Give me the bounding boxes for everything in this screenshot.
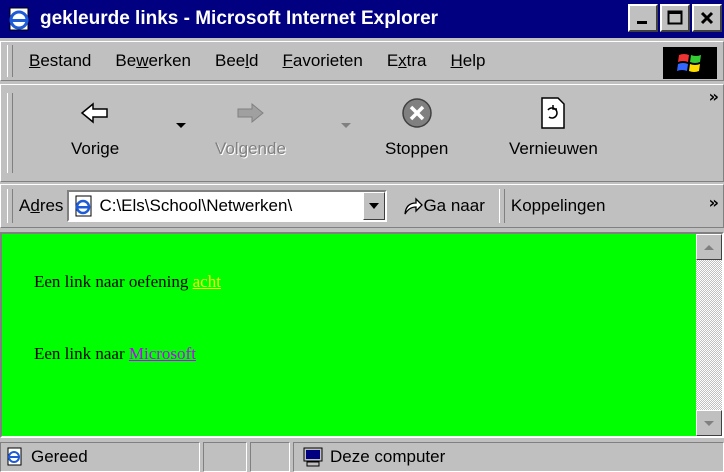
menu-help[interactable]: Help <box>439 41 498 81</box>
links-more-chevron[interactable]: » <box>709 193 719 212</box>
zone-text: Deze computer <box>330 447 446 466</box>
ie-page-icon <box>6 5 34 33</box>
line-oefening-text: Een link naar oefening <box>34 272 193 291</box>
menu-bar: Bestand Bewerken Beeld Favorieten Extra … <box>0 41 724 81</box>
address-grip[interactable] <box>7 189 13 223</box>
refresh-label: Vernieuwen <box>509 139 598 158</box>
links-separator[interactable] <box>498 189 505 223</box>
link-acht[interactable]: acht <box>193 272 221 291</box>
forward-button[interactable]: Volgende <box>215 93 286 179</box>
minimize-button[interactable] <box>628 4 658 32</box>
stop-button[interactable]: Stoppen <box>385 93 448 179</box>
menu-bestand[interactable]: Bestand <box>17 41 103 81</box>
back-arrow-icon <box>80 93 110 133</box>
close-button[interactable] <box>692 4 722 32</box>
go-arrow-icon <box>404 197 424 215</box>
menu-bewerken[interactable]: Bewerken <box>103 41 203 81</box>
status-text: Gereed <box>31 447 88 466</box>
maximize-button[interactable] <box>660 4 690 32</box>
vertical-scrollbar[interactable] <box>696 234 722 436</box>
line-microsoft-text: Een link naar <box>34 344 129 363</box>
address-dropdown-button[interactable] <box>363 192 386 220</box>
address-input[interactable] <box>99 196 358 216</box>
toolbar-more-chevron[interactable]: » <box>709 87 719 106</box>
standard-toolbar: Vorige Volgende Stoppen Vernieuwen » <box>0 84 724 182</box>
browser-viewport: Een link naar oefening acht Een link naa… <box>0 232 724 438</box>
forward-arrow-icon <box>235 93 265 133</box>
refresh-button[interactable]: Vernieuwen <box>509 93 598 179</box>
status-pane-zone: Deze computer <box>293 442 724 472</box>
back-label: Vorige <box>71 139 120 158</box>
stop-icon <box>400 93 434 133</box>
line-microsoft: Een link naar Microsoft <box>34 344 196 364</box>
status-bar: Gereed Deze computer <box>0 442 724 472</box>
stop-label: Stoppen <box>385 139 449 158</box>
toolbar-grip[interactable] <box>7 93 13 173</box>
address-label: Adres <box>19 196 64 215</box>
page-content: Een link naar oefening acht Een link naa… <box>2 234 696 436</box>
menu-favorieten[interactable]: Favorieten <box>271 41 375 81</box>
status-pane-main: Gereed <box>0 442 200 472</box>
address-field[interactable] <box>67 190 388 222</box>
back-dropdown-arrow[interactable] <box>176 123 186 128</box>
status-pane-progress <box>203 442 247 472</box>
title-bar[interactable]: gekleurde links - Microsoft Internet Exp… <box>0 0 724 38</box>
status-pane-secure <box>250 442 290 472</box>
windows-logo-icon <box>663 47 717 79</box>
links-toolbar[interactable]: Koppelingen <box>511 196 606 216</box>
scroll-down-button[interactable] <box>696 410 722 436</box>
status-page-icon <box>7 447 22 466</box>
refresh-icon <box>538 93 568 133</box>
window-title: gekleurde links - Microsoft Internet Exp… <box>40 8 439 29</box>
go-button[interactable]: Ga naar <box>401 195 485 217</box>
forward-label: Volgende <box>215 139 286 158</box>
menu-extra[interactable]: Extra <box>375 41 439 81</box>
menu-grip[interactable] <box>7 45 13 77</box>
window-controls <box>628 4 722 32</box>
forward-dropdown-arrow[interactable] <box>341 123 351 128</box>
address-bar: Adres Ga naar Koppelingen » <box>0 184 724 228</box>
ie-document-icon <box>73 195 95 217</box>
link-microsoft[interactable]: Microsoft <box>129 344 196 363</box>
scroll-up-button[interactable] <box>696 234 722 260</box>
computer-icon <box>303 447 323 467</box>
back-button[interactable]: Vorige <box>71 93 119 179</box>
go-label: Ga naar <box>423 196 485 215</box>
line-oefening: Een link naar oefening acht <box>34 272 221 292</box>
menu-beeld[interactable]: Beeld <box>203 41 271 81</box>
